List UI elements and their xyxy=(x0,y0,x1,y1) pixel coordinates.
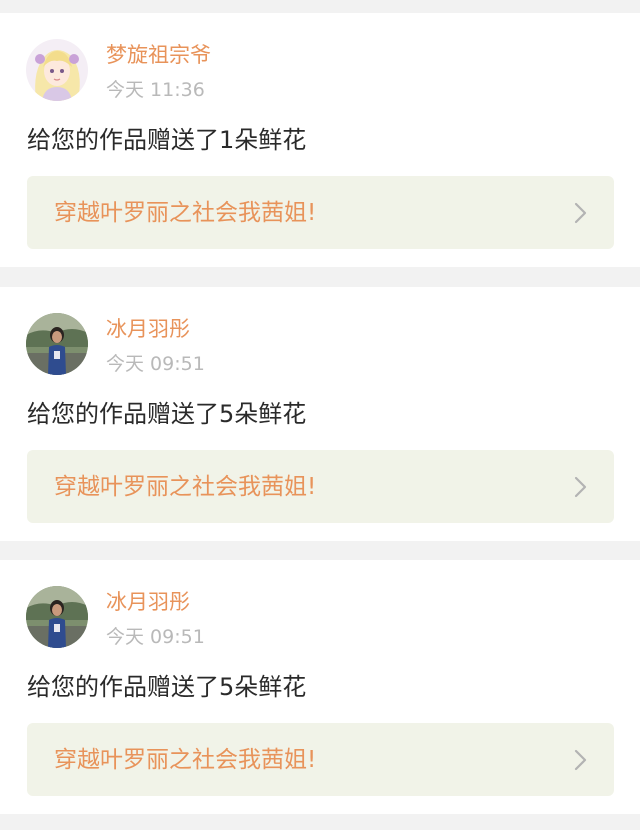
work-link-button[interactable]: 穿越叶罗丽之社会我茜姐! xyxy=(27,450,614,523)
gift-notification-feed: 梦旋祖宗爷 今天 11:36 给您的作品赠送了1朵鲜花 穿越叶罗丽之社会我茜姐!… xyxy=(0,0,640,830)
gift-notification-card: 冰月羽彤 今天 09:51 给您的作品赠送了5朵鲜花 穿越叶罗丽之社会我茜姐! xyxy=(0,560,640,814)
timestamp: 今天 11:36 xyxy=(106,79,205,101)
photo-girl-avatar-image xyxy=(26,313,88,375)
avatar[interactable] xyxy=(26,313,88,375)
user-name[interactable]: 冰月羽彤 xyxy=(106,315,190,343)
timestamp: 今天 09:51 xyxy=(106,626,205,648)
chevron-right-icon xyxy=(574,476,587,498)
gift-message: 给您的作品赠送了5朵鲜花 xyxy=(27,400,307,428)
gift-message: 给您的作品赠送了5朵鲜花 xyxy=(27,673,307,701)
chevron-right-icon xyxy=(574,202,587,224)
avatar[interactable] xyxy=(26,586,88,648)
avatar[interactable] xyxy=(26,39,88,101)
work-title: 穿越叶罗丽之社会我茜姐! xyxy=(54,474,317,500)
work-link-button[interactable]: 穿越叶罗丽之社会我茜姐! xyxy=(27,176,614,249)
user-name[interactable]: 梦旋祖宗爷 xyxy=(106,41,211,69)
work-title: 穿越叶罗丽之社会我茜姐! xyxy=(54,747,317,773)
user-name[interactable]: 冰月羽彤 xyxy=(106,588,190,616)
gift-message: 给您的作品赠送了1朵鲜花 xyxy=(27,126,307,154)
anime-girl-avatar-image xyxy=(26,39,88,101)
gift-notification-card: 梦旋祖宗爷 今天 11:36 给您的作品赠送了1朵鲜花 穿越叶罗丽之社会我茜姐! xyxy=(0,13,640,267)
photo-girl-avatar-image xyxy=(26,586,88,648)
chevron-right-icon xyxy=(574,749,587,771)
timestamp: 今天 09:51 xyxy=(106,353,205,375)
gift-notification-card: 冰月羽彤 今天 09:51 给您的作品赠送了5朵鲜花 穿越叶罗丽之社会我茜姐! xyxy=(0,287,640,541)
work-link-button[interactable]: 穿越叶罗丽之社会我茜姐! xyxy=(27,723,614,796)
work-title: 穿越叶罗丽之社会我茜姐! xyxy=(54,200,317,226)
